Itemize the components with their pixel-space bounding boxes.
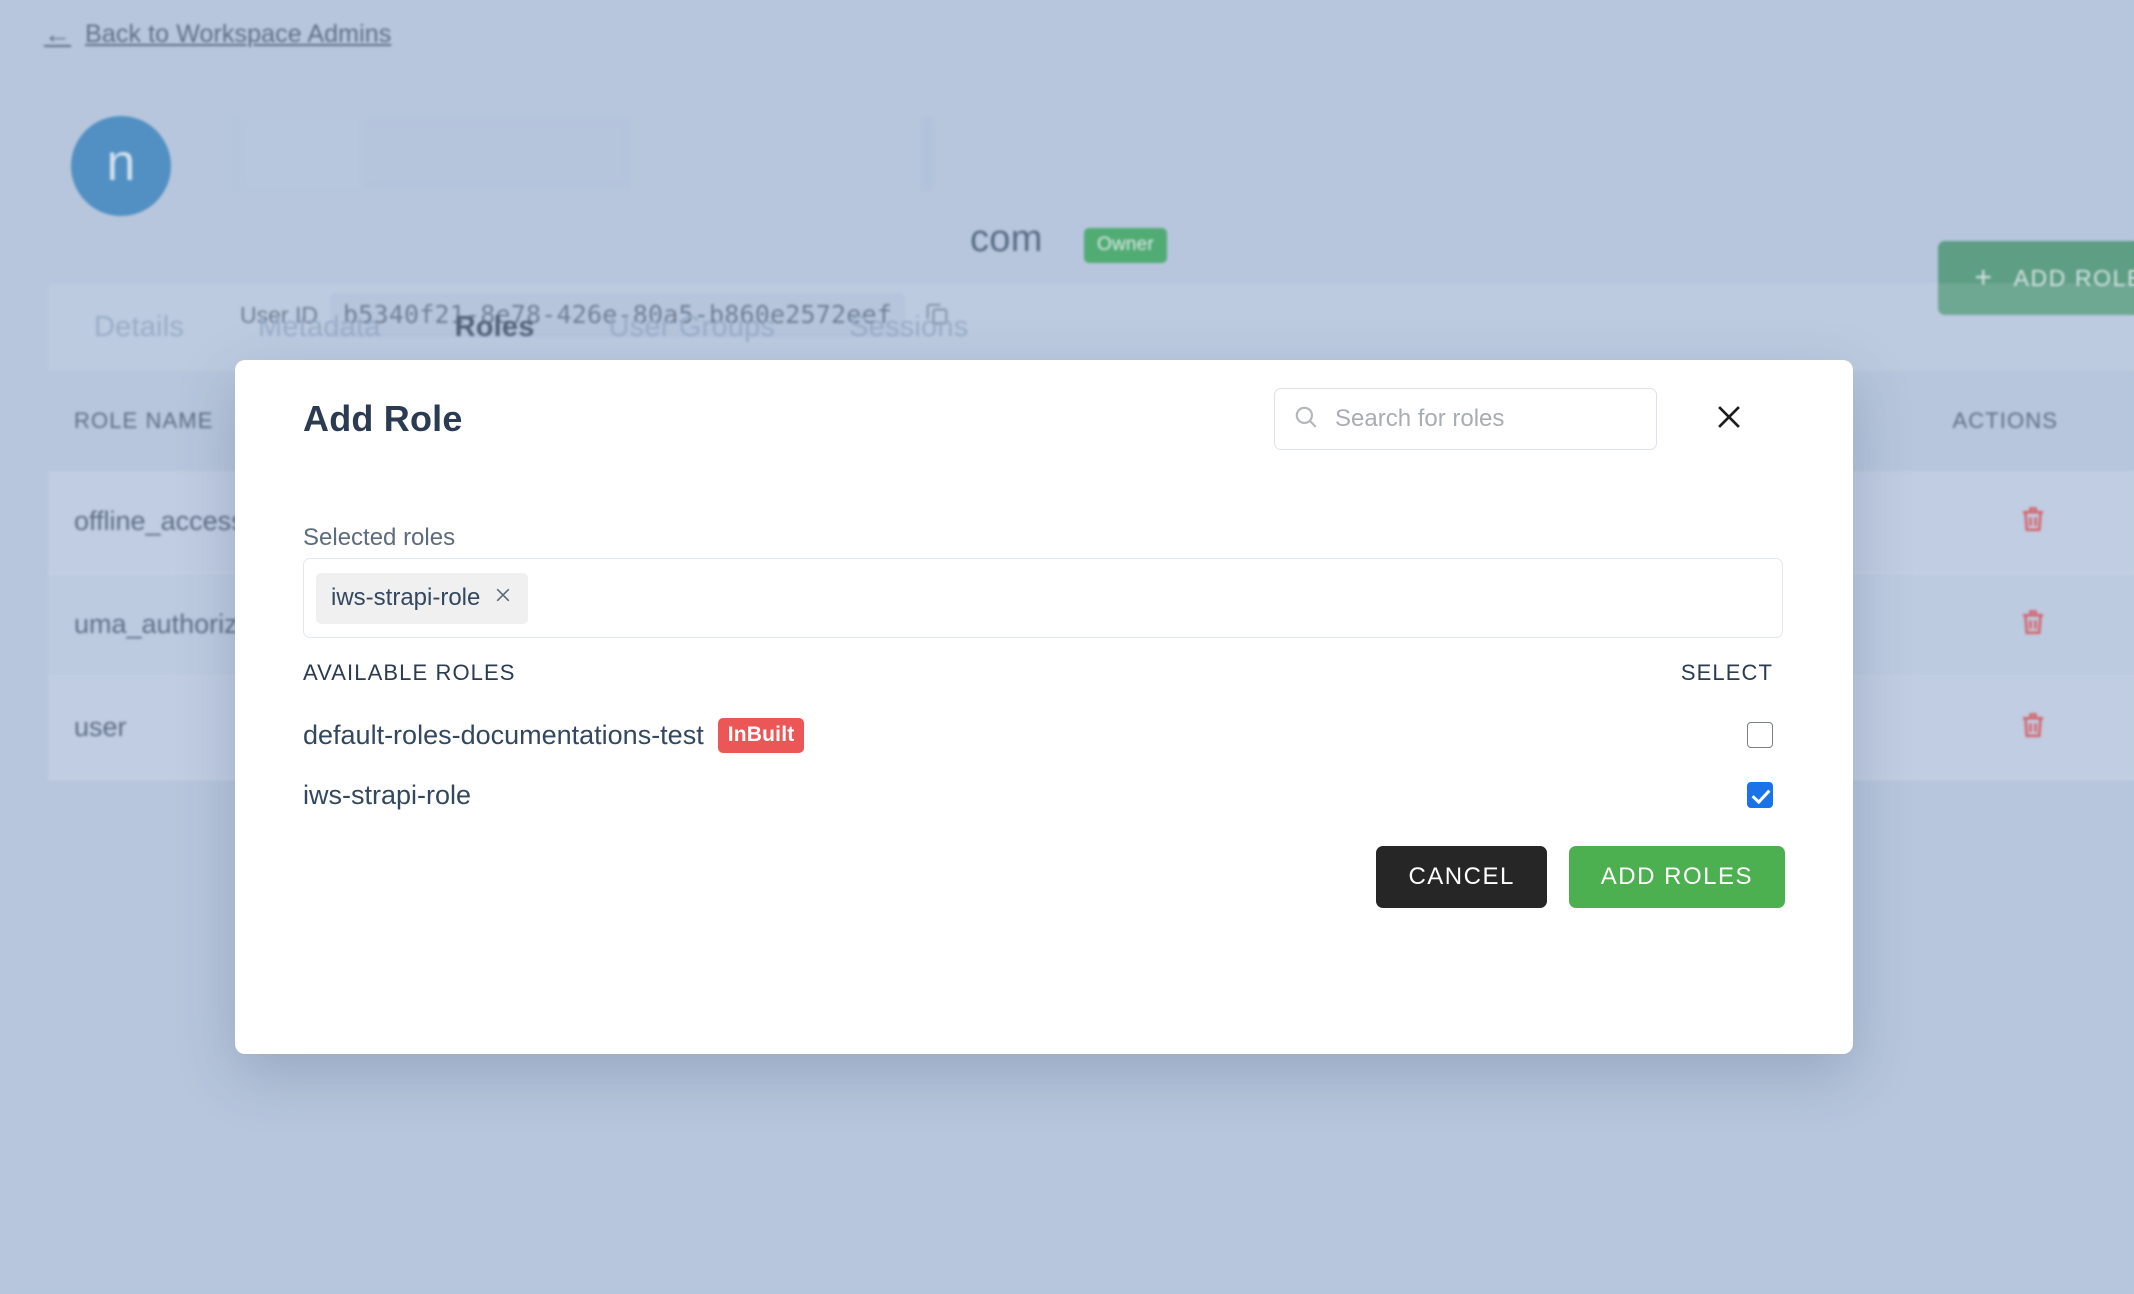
role-checkbox-iws-strapi-role[interactable]	[1747, 782, 1773, 808]
available-role-name-wrapper: default-roles-documentations-test InBuil…	[303, 717, 805, 753]
available-roles-header: AVAILABLE ROLES SELECT	[303, 660, 1785, 686]
cancel-button[interactable]: CANCEL	[1376, 846, 1547, 908]
search-box[interactable]	[1274, 388, 1657, 450]
close-button[interactable]	[1701, 390, 1757, 446]
list-item[interactable]: default-roles-documentations-test InBuil…	[303, 705, 1785, 765]
selected-roles-box[interactable]: iws-strapi-role	[303, 558, 1783, 638]
available-role-name-wrapper: iws-strapi-role	[303, 780, 471, 811]
search-input[interactable]	[1335, 405, 1638, 433]
available-role-name: default-roles-documentations-test	[303, 719, 704, 750]
role-checkbox-default-roles-documentations-test[interactable]	[1747, 722, 1773, 748]
list-item[interactable]: iws-strapi-role	[303, 765, 1785, 825]
available-role-name: iws-strapi-role	[303, 779, 472, 810]
selected-role-chip[interactable]: iws-strapi-role	[316, 572, 529, 624]
page-title: Add Role	[303, 398, 463, 439]
add-roles-button[interactable]: ADD ROLES	[1568, 846, 1785, 908]
add-role-modal: Add Role Selected roles iws-strapi-role	[235, 360, 1853, 1054]
selected-roles-label: Selected roles	[303, 524, 456, 551]
modal-header: Add Role	[235, 360, 1853, 500]
close-icon	[1712, 400, 1746, 437]
select-column-label: SELECT	[1680, 660, 1773, 685]
modal-footer: CANCEL ADD ROLES	[1376, 846, 1785, 908]
chip-label: iws-strapi-role	[331, 583, 481, 611]
available-roles-label: AVAILABLE ROLES	[303, 660, 516, 685]
inbuilt-badge: InBuilt	[717, 717, 805, 753]
search-icon	[1293, 404, 1319, 435]
close-icon[interactable]	[493, 585, 513, 610]
